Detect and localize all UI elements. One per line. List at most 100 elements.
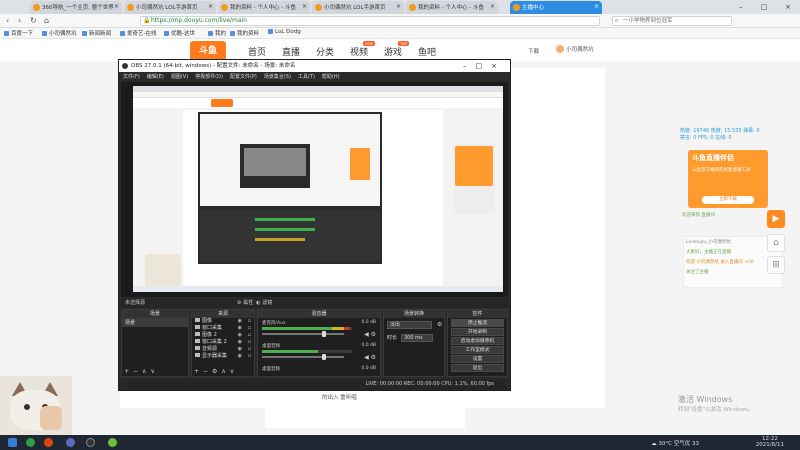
app-icon[interactable] (66, 438, 75, 447)
eye-icon[interactable]: ◉ (238, 318, 242, 325)
eye-icon[interactable]: ◉ (238, 353, 242, 360)
url-input[interactable]: 🔒 https://mp.douyu.com/live/main (140, 16, 600, 26)
play-icon[interactable]: ▶ (767, 210, 785, 228)
source-item[interactable]: 图像 ◉ ▫ (192, 318, 254, 325)
lock-icon[interactable]: ▫ (248, 332, 251, 339)
companion-banner[interactable]: 斗鱼直播伴侣 斗鱼官方推荐的优质直播工具 立即下载 (688, 150, 768, 208)
exit-button[interactable]: 退出 (451, 364, 504, 372)
obs-preview[interactable] (121, 82, 508, 297)
maximize-icon[interactable]: □ (761, 3, 768, 11)
browser-tab[interactable]: 我的资料 - 个人中心 - 斗鱼 × (218, 1, 310, 14)
eye-icon[interactable]: ◉ (238, 325, 242, 332)
start-recording-button[interactable]: 开始录制 (451, 328, 504, 336)
menu-item-file[interactable]: 文件(F) (123, 74, 140, 80)
banner-download-button[interactable]: 立即下载 (702, 196, 754, 204)
source-controls[interactable]: +−⚙∧∨ (194, 368, 238, 375)
gear-icon[interactable]: ⚙ (437, 321, 442, 328)
gear-icon[interactable]: ⚙ (371, 354, 376, 361)
menu-item-tools[interactable]: 工具(T) (298, 74, 315, 80)
weather-widget[interactable]: ☁ 30°C 空气优 33 (651, 439, 699, 447)
close-window-icon[interactable]: × (785, 3, 791, 11)
duration-input[interactable]: 300 ms (401, 334, 433, 342)
obs-app-icon[interactable] (86, 438, 95, 447)
nav-item-category[interactable]: 分类 (316, 45, 334, 58)
close-icon[interactable]: × (208, 3, 213, 10)
browser-tab[interactable]: 360导航_一个主页, 整个世界 × (30, 1, 122, 14)
user-menu[interactable]: 小司偶然坑 (556, 45, 594, 53)
speaker-icon[interactable]: ◀ (364, 354, 369, 361)
volume-slider[interactable] (262, 331, 344, 337)
bookmark-item[interactable]: 我的 (208, 29, 226, 37)
volume-slider[interactable] (262, 354, 344, 360)
bookmark-item[interactable]: 小司偶然坑 (42, 29, 77, 37)
scene-item[interactable]: 场景 (122, 318, 188, 327)
douyu-logo[interactable]: 斗鱼 (190, 41, 226, 61)
source-item[interactable]: 窗口采集 2 ◉ ▫ (192, 339, 254, 346)
lock-icon[interactable]: ▫ (248, 346, 251, 353)
speaker-icon[interactable]: ◀ (364, 331, 369, 338)
back-icon[interactable]: ‹ (6, 16, 9, 25)
home-side-icon[interactable]: ⌂ (767, 234, 785, 252)
slider-handle[interactable] (322, 354, 326, 360)
nav-item-home[interactable]: 首页 (248, 45, 266, 58)
source-item[interactable]: 窗口采集 ◉ ▫ (192, 325, 254, 332)
slider-handle[interactable] (322, 331, 326, 337)
nav-item-live[interactable]: 直播 (282, 45, 300, 58)
bookmark-item[interactable]: 百度一下 (4, 29, 33, 37)
settings-button[interactable]: 设置 (451, 355, 504, 363)
lock-icon[interactable]: ▫ (248, 339, 251, 346)
browser-tab-active[interactable]: 主播中心 × (510, 1, 602, 14)
close-icon[interactable]: × (594, 3, 599, 10)
bookmark-item[interactable]: 爱奇艺-在线 (120, 29, 157, 37)
menu-item-view[interactable]: 视图(V) (171, 74, 188, 80)
close-icon[interactable]: × (396, 3, 401, 10)
eye-icon[interactable]: ◉ (238, 346, 242, 353)
start-icon[interactable] (8, 438, 17, 447)
source-item[interactable]: 显示器采集 ◉ ▫ (192, 353, 254, 360)
menu-item-edit[interactable]: 编辑(E) (147, 74, 164, 80)
source-item[interactable]: 音频源 ◉ ▫ (192, 346, 254, 353)
system-clock[interactable]: 12:22 2021/8/11 (756, 436, 784, 448)
stop-streaming-button[interactable]: 停止推流 (451, 319, 504, 327)
share-side-icon[interactable]: ⊞ (767, 256, 785, 274)
app-360-icon[interactable] (26, 438, 35, 447)
gear-icon[interactable]: ⚙ (371, 331, 376, 338)
close-icon[interactable]: × (114, 3, 119, 10)
menu-item-docks[interactable]: 停靠部件(D) (195, 74, 223, 80)
scene-controls[interactable]: +−∧∨ (124, 368, 159, 375)
browser-search-input[interactable]: ⌕ 一小学物养到位冠军 (612, 16, 732, 26)
gear-icon[interactable]: ⚙ (237, 300, 241, 306)
mixer-controls[interactable]: ◀ ⚙ (364, 331, 376, 338)
eye-icon[interactable]: ◉ (238, 339, 242, 346)
bookmark-item[interactable]: 优酷-这世 (164, 29, 195, 37)
browser-app-icon[interactable] (108, 438, 117, 447)
virtual-camera-button[interactable]: 启动虚拟摄像机 (451, 337, 504, 345)
bookmark-item[interactable]: 新闻新闻 (82, 29, 111, 37)
filter-icon[interactable]: ◐ (256, 300, 260, 306)
nav-item-game[interactable]: 游戏 hot (384, 41, 410, 58)
browser-tab[interactable]: 我的资料 - 个人中心 - 斗鱼 × (406, 1, 498, 14)
menu-item-profile[interactable]: 配置文件(P) (230, 74, 257, 80)
source-item[interactable]: 图像 2 ◉ ▫ (192, 332, 254, 339)
obs-window-controls[interactable]: –□× (463, 60, 506, 72)
menu-item-scene-collection[interactable]: 场景集合(S) (264, 74, 291, 80)
transition-select[interactable]: 淡出 (387, 321, 432, 329)
nav-item-video[interactable]: 视频 new (350, 41, 376, 58)
obs-title-bar[interactable]: OBS 27.0.1 (64-bit, windows) - 配置文件: 未命名… (119, 60, 510, 72)
mixer-controls[interactable]: ◀ ⚙ (364, 354, 376, 361)
lock-icon[interactable]: ▫ (248, 318, 251, 325)
close-icon[interactable]: × (490, 3, 495, 10)
minimize-icon[interactable]: – (739, 3, 743, 11)
close-icon[interactable]: × (302, 3, 307, 10)
browser-tab[interactable]: 小司偶然坑 LOL手游首页 × (124, 1, 216, 14)
filters-button[interactable]: 滤镜 (262, 300, 272, 306)
studio-mode-button[interactable]: 工作室模式 (451, 346, 504, 354)
app-douyu-icon[interactable] (44, 438, 53, 447)
lock-icon[interactable]: ▫ (248, 353, 251, 360)
lock-icon[interactable]: ▫ (248, 325, 251, 332)
browser-tab[interactable]: 小司偶然坑 LOL手游首页 × (312, 1, 404, 14)
refresh-icon[interactable]: ↻ (30, 16, 37, 25)
bookmark-item[interactable]: LoL Dodg (268, 29, 301, 35)
obs-window[interactable]: OBS 27.0.1 (64-bit, windows) - 配置文件: 未命名… (118, 59, 511, 391)
eye-icon[interactable]: ◉ (238, 332, 242, 339)
